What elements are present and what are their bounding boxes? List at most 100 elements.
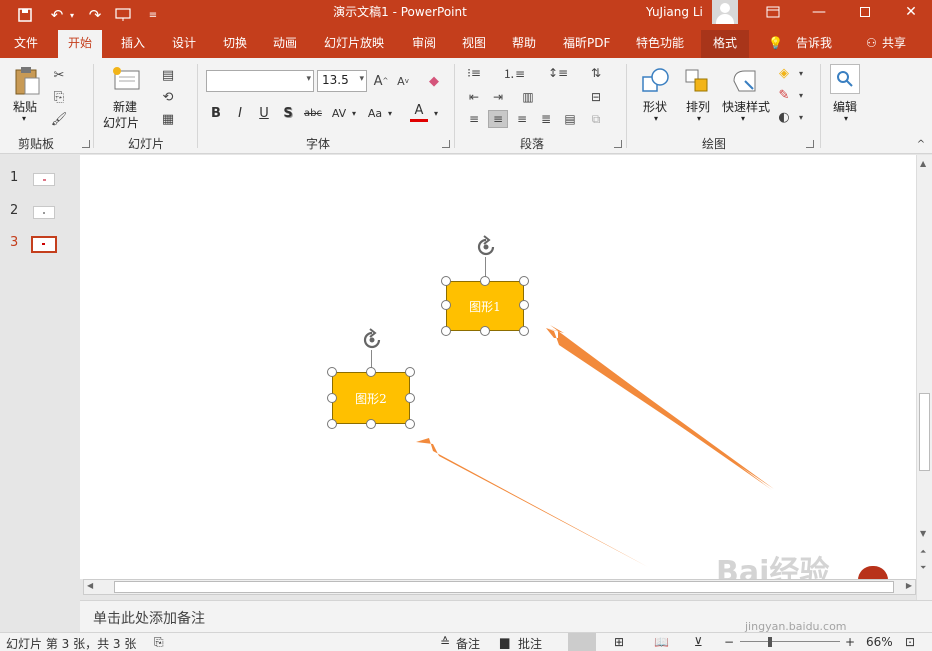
- slide-sorter-icon[interactable]: ⊞: [614, 635, 624, 649]
- zoom-level[interactable]: 66%: [866, 635, 893, 649]
- next-slide-icon[interactable]: ⏷: [920, 563, 926, 573]
- italic-button[interactable]: I: [232, 102, 248, 124]
- tab-special-features[interactable]: 特色功能: [636, 30, 684, 58]
- new-slide-label-1[interactable]: 新建: [113, 98, 137, 115]
- notes-toggle[interactable]: 备注: [456, 635, 480, 651]
- increase-indent-icon[interactable]: ⇥: [488, 88, 508, 106]
- copy-icon[interactable]: ⎘: [50, 88, 68, 106]
- paragraph-launcher-icon[interactable]: [614, 140, 622, 148]
- paste-label[interactable]: 粘贴: [13, 98, 37, 115]
- clear-formatting-icon[interactable]: ◆: [424, 72, 444, 90]
- new-slide-label-2[interactable]: 幻灯片: [103, 114, 139, 131]
- tab-insert[interactable]: 插入: [121, 30, 145, 58]
- align-left-icon[interactable]: ≡: [464, 110, 484, 128]
- drawing-launcher-icon[interactable]: [806, 140, 814, 148]
- text-shadow-button[interactable]: S: [280, 102, 296, 124]
- chevron-down-icon[interactable]: ▾: [844, 114, 848, 123]
- resize-handle[interactable]: [480, 326, 490, 336]
- scroll-thumb[interactable]: [919, 393, 930, 471]
- user-name[interactable]: YuJiang Li: [646, 0, 703, 24]
- align-center-icon[interactable]: ≡: [488, 110, 508, 128]
- shape-outline-icon[interactable]: ✎: [774, 86, 794, 104]
- format-painter-icon[interactable]: 🖌: [50, 110, 68, 128]
- zoom-in-icon[interactable]: +: [845, 635, 855, 649]
- shape-effects-icon[interactable]: ◐: [774, 108, 794, 126]
- tab-home[interactable]: 开始: [58, 30, 103, 58]
- distribute-icon[interactable]: ▤: [560, 110, 580, 128]
- resize-handle[interactable]: [519, 300, 529, 310]
- notes-placeholder[interactable]: 单击此处添加备注: [93, 608, 205, 628]
- fit-slide-icon[interactable]: ⊡: [905, 635, 915, 649]
- slideshow-view-icon[interactable]: ⊻: [694, 635, 703, 649]
- reading-view-icon[interactable]: 📖: [654, 635, 669, 649]
- minimize-button[interactable]: —: [796, 0, 842, 24]
- slide-thumbnail-3[interactable]: [31, 236, 57, 253]
- horizontal-scrollbar[interactable]: ◀ ▶: [83, 579, 916, 595]
- resize-handle[interactable]: [480, 276, 490, 286]
- normal-view-icon[interactable]: [568, 633, 596, 651]
- zoom-out-icon[interactable]: −: [724, 635, 734, 649]
- resize-handle[interactable]: [441, 326, 451, 336]
- cut-icon[interactable]: ✂: [50, 66, 68, 84]
- paste-dropdown-icon[interactable]: ▾: [22, 114, 26, 123]
- scroll-thumb[interactable]: [114, 581, 894, 593]
- resize-handle[interactable]: [405, 419, 415, 429]
- font-color-button[interactable]: A: [410, 102, 428, 122]
- rotate-handle-icon[interactable]: [360, 328, 384, 352]
- new-slide-icon[interactable]: [111, 64, 141, 94]
- tab-slideshow[interactable]: 幻灯片放映: [324, 30, 384, 58]
- share-icon[interactable]: ⚇: [866, 30, 877, 58]
- justify-icon[interactable]: ≣: [536, 110, 556, 128]
- maximize-button[interactable]: [842, 0, 888, 24]
- notes-icon[interactable]: ≙: [440, 635, 450, 649]
- tab-animations[interactable]: 动画: [273, 30, 297, 58]
- character-spacing-button[interactable]: AV: [328, 102, 350, 124]
- find-icon[interactable]: [830, 64, 860, 94]
- collapse-ribbon-icon[interactable]: ^: [914, 138, 928, 150]
- align-text-icon[interactable]: ⊟: [586, 88, 606, 106]
- tab-file[interactable]: 文件: [14, 30, 38, 58]
- scroll-right-icon[interactable]: ▶: [906, 581, 912, 590]
- clipboard-launcher-icon[interactable]: [82, 140, 90, 148]
- chevron-down-icon[interactable]: ▾: [697, 114, 701, 123]
- chevron-down-icon[interactable]: ▾: [654, 114, 658, 123]
- resize-handle[interactable]: [405, 393, 415, 403]
- tab-tell-me[interactable]: 告诉我: [796, 30, 832, 58]
- chevron-down-icon[interactable]: ▾: [796, 64, 806, 82]
- scroll-down-icon[interactable]: ▼: [920, 529, 926, 538]
- resize-handle[interactable]: [441, 276, 451, 286]
- ribbon-display-icon[interactable]: [750, 0, 796, 24]
- comments-toggle[interactable]: 批注: [518, 635, 542, 651]
- font-name-select[interactable]: ▾: [206, 70, 314, 92]
- slide-thumbnail-2[interactable]: [33, 206, 55, 219]
- resize-handle[interactable]: [405, 367, 415, 377]
- quick-styles-icon[interactable]: [730, 66, 760, 96]
- tab-help[interactable]: 帮助: [512, 30, 536, 58]
- shapes-label[interactable]: 形状: [643, 98, 667, 115]
- tab-view[interactable]: 视图: [462, 30, 486, 58]
- resize-handle[interactable]: [366, 419, 376, 429]
- rotate-handle-icon[interactable]: [474, 235, 498, 259]
- arrange-label[interactable]: 排列: [686, 98, 710, 115]
- chevron-down-icon[interactable]: ▾: [796, 108, 806, 126]
- strikethrough-button[interactable]: abc: [302, 102, 324, 124]
- scroll-left-icon[interactable]: ◀: [87, 581, 93, 590]
- resize-handle[interactable]: [519, 326, 529, 336]
- chevron-down-icon[interactable]: ▾: [350, 102, 358, 124]
- scroll-up-icon[interactable]: ▲: [920, 159, 926, 168]
- slide-thumbnail-1[interactable]: [33, 173, 55, 186]
- tell-me-icon[interactable]: 💡: [768, 30, 783, 58]
- quick-styles-label[interactable]: 快速样式: [722, 98, 770, 115]
- shapes-icon[interactable]: [640, 66, 672, 96]
- resize-handle[interactable]: [441, 300, 451, 310]
- resize-handle[interactable]: [519, 276, 529, 286]
- font-size-select[interactable]: 13.5 ▾: [317, 70, 367, 92]
- avatar[interactable]: [712, 0, 738, 24]
- chevron-down-icon[interactable]: ▾: [386, 102, 394, 124]
- align-right-icon[interactable]: ≡: [512, 110, 532, 128]
- shape-2[interactable]: 图形2: [332, 372, 410, 424]
- close-button[interactable]: ✕: [888, 0, 932, 24]
- layout-icon[interactable]: ▤: [156, 66, 180, 84]
- section-icon[interactable]: ▦: [156, 110, 180, 128]
- chevron-down-icon[interactable]: ▾: [796, 86, 806, 104]
